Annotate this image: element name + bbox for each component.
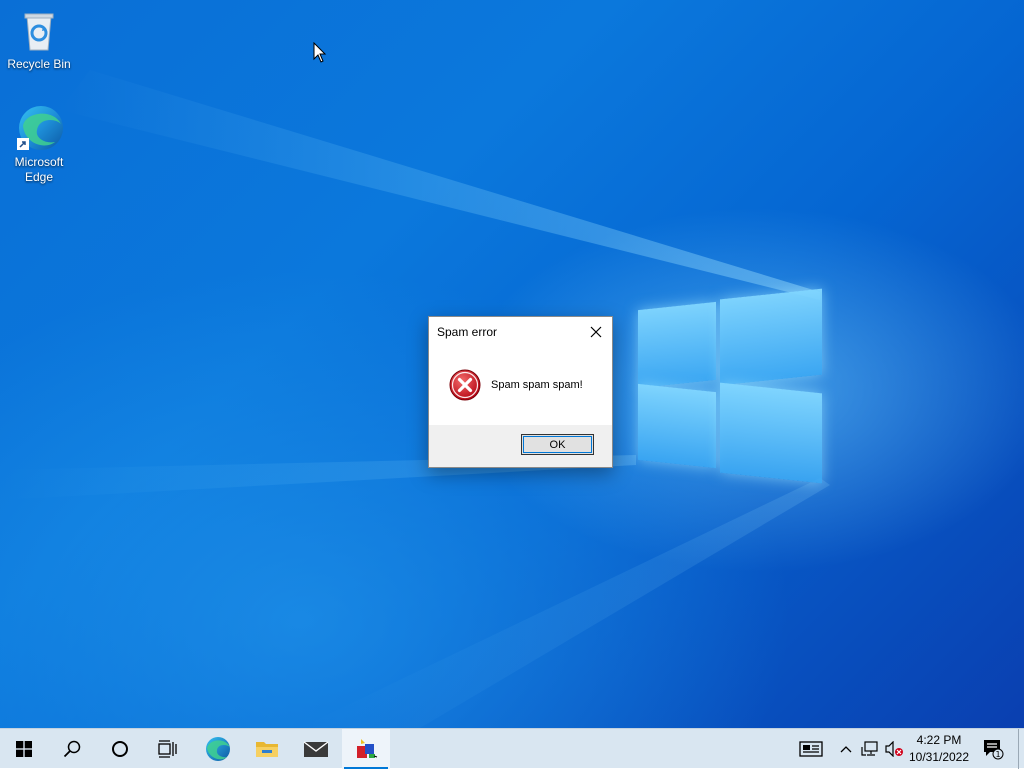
notification-count: 1	[995, 750, 1000, 759]
dialog-titlebar[interactable]: Spam error	[429, 317, 612, 347]
close-icon	[590, 326, 602, 338]
task-view-icon	[158, 740, 177, 758]
edge-icon	[15, 104, 63, 152]
clock-date: 10/31/2022	[908, 750, 970, 764]
error-dialog: Spam error Spam spam spam! OK	[428, 316, 613, 468]
file-explorer-button[interactable]	[243, 729, 291, 769]
dialog-message: Spam spam spam!	[491, 379, 583, 391]
desktop-icon-label-line1: Microsoft	[14, 155, 64, 169]
show-hidden-icons-button[interactable]	[836, 729, 856, 769]
chevron-up-icon	[840, 746, 852, 753]
network-icon	[861, 741, 878, 756]
taskbar-clock[interactable]: 4:22 PM 10/31/2022	[906, 732, 972, 766]
task-view-button[interactable]	[144, 729, 192, 769]
mouse-cursor-icon	[313, 42, 327, 63]
desktop-icon-label: Recycle Bin	[7, 57, 71, 71]
close-button[interactable]	[580, 317, 612, 347]
news-icon	[799, 741, 823, 757]
edge-icon	[206, 737, 230, 761]
notification-icon: 1	[984, 740, 1004, 760]
network-button[interactable]	[858, 729, 882, 769]
volume-muted-icon	[885, 741, 903, 757]
dialog-body: Spam spam spam!	[429, 347, 612, 425]
python-app-button[interactable]	[342, 729, 390, 769]
windows-start-icon	[16, 741, 32, 757]
ok-button[interactable]: OK	[521, 434, 594, 455]
desktop-icon-microsoft-edge[interactable]: Microsoft Edge	[1, 104, 77, 185]
news-button[interactable]	[795, 729, 827, 769]
taskbar: 4:22 PM 10/31/2022 1	[0, 728, 1024, 769]
desktop-icon-label-line2: Edge	[24, 170, 54, 184]
windows-wallpaper-logo	[636, 288, 826, 484]
mail-icon	[303, 741, 329, 757]
cortana-button[interactable]	[96, 729, 144, 769]
show-desktop-button[interactable]	[1018, 729, 1024, 769]
mail-button[interactable]	[292, 729, 340, 769]
cortana-circle-icon	[112, 741, 128, 757]
recycle-bin-icon	[15, 6, 63, 54]
python-app-icon	[357, 739, 378, 758]
search-button[interactable]	[48, 729, 96, 769]
start-button[interactable]	[0, 729, 48, 769]
clock-time: 4:22 PM	[916, 733, 962, 747]
taskbar-edge-button[interactable]	[194, 729, 242, 769]
dialog-footer: OK	[429, 425, 612, 467]
volume-button[interactable]	[882, 729, 906, 769]
search-icon	[63, 740, 81, 758]
desktop-background: Recycle Bin Microsoft Edge Spam error Sp…	[0, 0, 1024, 728]
error-icon	[449, 369, 481, 401]
folder-icon	[256, 742, 278, 757]
dialog-title: Spam error	[437, 325, 498, 339]
action-center-button[interactable]: 1	[978, 729, 1008, 769]
desktop-icon-recycle-bin[interactable]: Recycle Bin	[1, 6, 77, 72]
